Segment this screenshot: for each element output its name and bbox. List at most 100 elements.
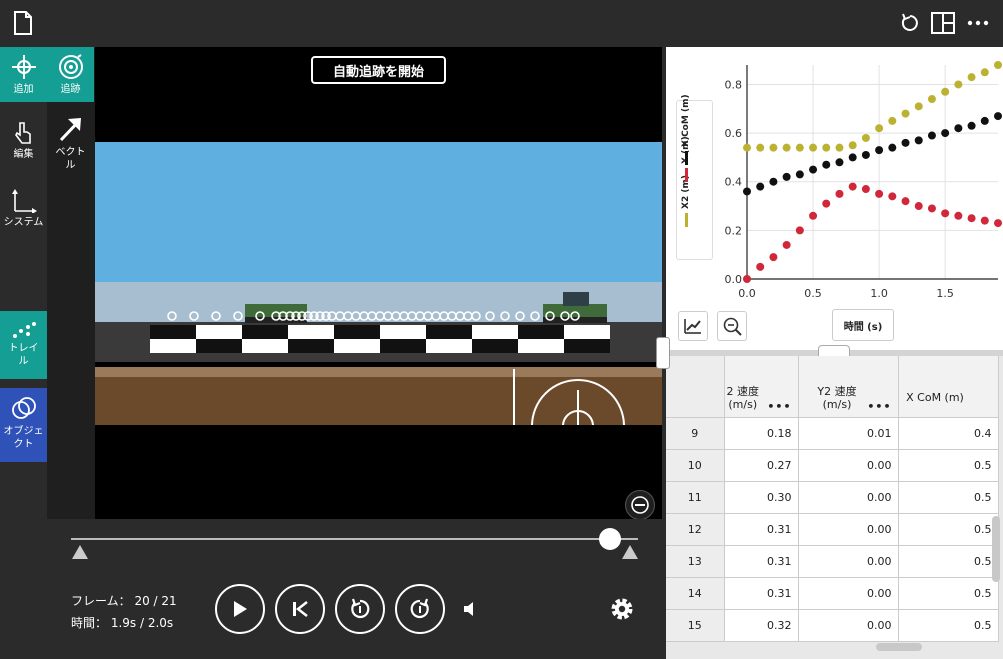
data-point[interactable] (914, 136, 923, 145)
data-point[interactable] (888, 143, 897, 152)
table-cell[interactable]: 0.30 (724, 481, 799, 514)
table-cell[interactable]: 0.27 (724, 449, 799, 482)
end-marker-icon[interactable] (622, 545, 638, 559)
layout-icon[interactable] (930, 10, 956, 36)
table-header-xcom[interactable]: X CoM (m) (898, 356, 999, 418)
data-point[interactable] (980, 68, 989, 77)
data-point[interactable] (941, 87, 950, 96)
more-icon[interactable] (965, 10, 991, 36)
data-point[interactable] (848, 141, 857, 150)
data-point[interactable] (809, 211, 818, 220)
data-point[interactable] (967, 121, 976, 130)
table-row[interactable]: 13 0.31 0.00 0.5 (666, 545, 999, 578)
table-cell[interactable]: 0.00 (798, 481, 899, 514)
table-cell[interactable]: 0.00 (798, 513, 899, 546)
graph-type-button[interactable] (678, 311, 708, 341)
volume-icon[interactable] (462, 600, 476, 622)
data-point[interactable] (901, 138, 910, 147)
data-point[interactable] (994, 61, 1002, 69)
table-cell[interactable]: 0.18 (724, 417, 799, 450)
table-cell[interactable]: 0.00 (798, 545, 899, 578)
start-marker-icon[interactable] (72, 545, 88, 559)
scrub-track[interactable] (71, 538, 638, 540)
data-point[interactable] (795, 170, 804, 179)
zoom-out-icon[interactable] (625, 490, 655, 520)
data-point[interactable] (743, 143, 751, 152)
table-cell[interactable]: 0.5 (898, 609, 999, 642)
column-menu-icon[interactable]: ••• (767, 400, 791, 413)
play-button[interactable] (215, 584, 265, 634)
data-point[interactable] (914, 102, 923, 111)
vector-tool-button[interactable]: ベクトル (47, 115, 94, 177)
data-point[interactable] (782, 143, 791, 152)
data-point[interactable] (835, 143, 844, 152)
data-point[interactable] (861, 150, 870, 159)
trail-tool-button[interactable]: トレイル (0, 311, 47, 379)
data-point[interactable] (769, 253, 778, 262)
data-point[interactable] (756, 182, 765, 191)
data-point[interactable] (980, 116, 989, 125)
table-cell[interactable]: 0.5 (898, 545, 999, 578)
data-point[interactable] (927, 95, 936, 104)
table-cell[interactable]: 0.01 (798, 417, 899, 450)
data-point[interactable] (954, 80, 963, 89)
data-point[interactable] (994, 219, 1002, 228)
data-point[interactable] (888, 192, 897, 201)
data-point[interactable] (822, 160, 831, 169)
data-point[interactable] (769, 177, 778, 186)
data-point[interactable] (835, 189, 844, 198)
data-point[interactable] (861, 185, 870, 194)
table-cell[interactable]: 0.31 (724, 577, 799, 610)
data-point[interactable] (769, 143, 778, 152)
table-cell[interactable]: 0.00 (798, 577, 899, 610)
table-row[interactable]: 14 0.31 0.00 0.5 (666, 577, 999, 610)
data-point[interactable] (743, 275, 751, 283)
table-row[interactable]: 11 0.30 0.00 0.5 (666, 481, 999, 514)
data-point[interactable] (822, 199, 831, 208)
system-tool-button[interactable]: システム (0, 187, 47, 249)
step-back-button[interactable] (335, 584, 385, 634)
data-point[interactable] (954, 124, 963, 133)
graph-zoom-button[interactable] (717, 311, 747, 341)
table-cell[interactable]: 0.32 (724, 609, 799, 642)
graph-legend[interactable]: X2 (m) X (m) X CoM (m) (676, 94, 713, 260)
data-point[interactable] (809, 143, 818, 152)
data-point[interactable] (901, 109, 910, 118)
data-point[interactable] (941, 129, 950, 138)
data-point[interactable] (967, 73, 976, 82)
data-point[interactable] (822, 143, 831, 152)
data-point[interactable] (888, 116, 897, 125)
table-horizontal-scrollbar[interactable] (876, 643, 922, 651)
table-cell[interactable]: 0.00 (798, 609, 899, 642)
table-row[interactable]: 12 0.31 0.00 0.5 (666, 513, 999, 546)
table-cell[interactable]: 0.00 (798, 449, 899, 482)
table-cell[interactable]: 0.31 (724, 513, 799, 546)
data-point[interactable] (743, 187, 751, 196)
undo-icon[interactable] (897, 10, 923, 36)
skip-start-button[interactable] (275, 584, 325, 634)
data-point[interactable] (927, 131, 936, 140)
table-cell[interactable]: 0.5 (898, 513, 999, 546)
data-point[interactable] (980, 216, 989, 225)
data-point[interactable] (782, 172, 791, 181)
table-header-speed2[interactable]: 2 速度 (m/s) ••• (724, 356, 799, 418)
data-point[interactable] (835, 158, 844, 167)
data-point[interactable] (875, 189, 884, 198)
step-forward-button[interactable] (395, 584, 445, 634)
table-cell[interactable]: 0.31 (724, 545, 799, 578)
object-tool-button[interactable]: オブジェクト (0, 388, 47, 462)
panel-resize-handle[interactable] (656, 337, 670, 369)
table-row[interactable]: 9 0.18 0.01 0.4 (666, 417, 999, 450)
data-point[interactable] (875, 124, 884, 133)
data-point[interactable] (914, 202, 923, 211)
edit-tool-button[interactable]: 編集 (0, 121, 47, 171)
data-point[interactable] (795, 226, 804, 235)
data-point[interactable] (954, 211, 963, 220)
table-header-y2speed[interactable]: Y2 速度 (m/s) ••• (798, 356, 899, 418)
video-area[interactable]: 自動追跡を開始 (95, 47, 662, 520)
data-point[interactable] (861, 133, 870, 142)
data-point[interactable] (782, 240, 791, 249)
table-row[interactable]: 15 0.32 0.00 0.5 (666, 609, 999, 642)
data-point[interactable] (901, 197, 910, 206)
table-row[interactable]: 10 0.27 0.00 0.5 (666, 449, 999, 482)
